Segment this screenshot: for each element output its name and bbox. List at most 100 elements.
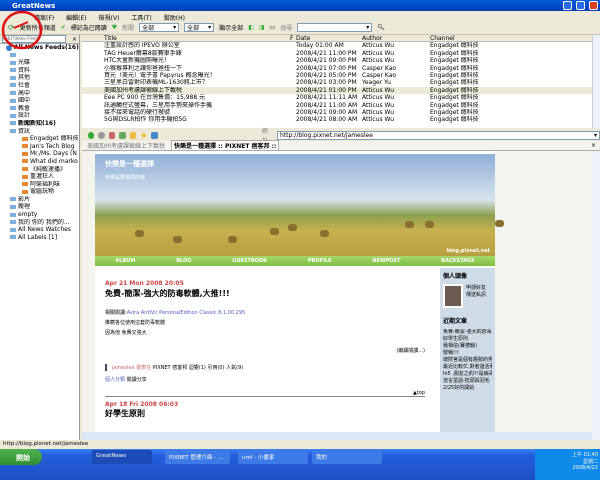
col-author[interactable]: Author (362, 35, 430, 41)
window-icon[interactable] (151, 131, 158, 139)
tree-item[interactable]: 光碟 (0, 59, 79, 67)
close-button[interactable] (589, 1, 598, 10)
stop-icon[interactable] (98, 131, 105, 139)
page-icon[interactable]: ◨ (259, 24, 265, 31)
recent-post-link[interactable]: 我相信(賽德鍋) (443, 343, 492, 350)
post-author[interactable]: jameslee 發表在 (112, 365, 151, 371)
category[interactable]: 閱讀分享 (127, 377, 147, 383)
tree-item[interactable]: 設計 (0, 112, 79, 120)
tree-item[interactable]: 教會 (0, 105, 79, 113)
table-row[interactable]: TAG Heuer爾幕8款賽車手錶 2008/4/21 11:00 PM Attic… (82, 50, 592, 57)
address-input[interactable]: http://blog.pixnet.net/jameslee ▾ (276, 130, 600, 140)
recent-post-link[interactable]: 免費-簡潔-強大的防毒軟體,大推!!! (443, 329, 492, 336)
filter-select-1[interactable]: 全部 ▾ (139, 23, 180, 32)
layout-icon[interactable]: ▭ (270, 24, 276, 31)
tree-item[interactable]: 我的 你的 我們的... (0, 219, 79, 227)
nav-profile[interactable]: PROFILE (308, 258, 332, 264)
tree-item[interactable]: 新聞新知(16) (0, 120, 79, 128)
horizontal-scrollbar[interactable] (82, 432, 592, 440)
tab-article[interactable]: 美國加州考慮課徵線上下載稅 (87, 141, 165, 150)
mark-read-button[interactable]: 標記為已閱讀 (71, 23, 107, 32)
minimize-button[interactable] (563, 1, 572, 10)
tree-item[interactable]: 社會 (0, 82, 79, 90)
tree-item[interactable]: Mr./Ms. Days (N (0, 150, 79, 158)
table-row[interactable]: 5G與DSLR拍作 你用手機拍5G 2008/4/21 08:00 AM Attic… (82, 116, 592, 123)
star-icon[interactable]: ★ (140, 131, 147, 140)
category-label[interactable]: 個人分類 (105, 377, 125, 383)
menu-tools[interactable]: 工具(T) (131, 13, 151, 22)
task-mine[interactable]: 我的 (312, 450, 382, 464)
tree-item[interactable]: 電腦玩物 (0, 188, 79, 196)
tree-item[interactable]: What did marko (0, 158, 79, 166)
col-date[interactable]: Date (296, 35, 362, 41)
show-all-button[interactable]: 顯示全部 (219, 23, 243, 32)
recent-post-link[interactable]: 最近比較忙,對者還活著!! (443, 364, 492, 371)
table-row[interactable]: Eee PC 900 在台灣售價：15,988 元 2008/4/21 11:11… (82, 94, 592, 101)
close-tab-icon[interactable]: × (591, 142, 596, 149)
table-row[interactable]: 美國加州考慮課徵線上下載稅 2008/4/21 01:00 PM Atticus W… (82, 86, 592, 95)
nav-album[interactable]: ALBUM (115, 258, 135, 264)
menu-edit[interactable]: 編輯(E) (66, 13, 86, 22)
back-icon[interactable] (88, 131, 95, 139)
nav-newpost[interactable]: NEWPOST (372, 258, 400, 264)
find-icon[interactable]: 🔍︎ (377, 24, 385, 31)
recent-post-link[interactable]: 總財官是個有趨勢的男人!! (443, 357, 492, 364)
menu-view[interactable]: 檢視(V) (99, 13, 120, 22)
tree-item[interactable]: 《純敏速播》 (0, 166, 79, 174)
feed-icon[interactable]: ◧ (248, 24, 254, 31)
table-row[interactable]: HTC大量新機圖照曝光！ 2008/4/21 09:00 PM Atticus Wu… (82, 57, 592, 64)
heart-icon[interactable]: ♥ (112, 24, 117, 31)
top-link[interactable]: ▲top (105, 390, 425, 397)
close-icon[interactable]: × (72, 36, 77, 43)
table-row[interactable]: 訊通觸控式螢幕，三星用手勢來操作手機 2008/4/21 11:00 AM Atti… (82, 102, 592, 109)
filter-select-2[interactable]: 全部 ▾ (184, 23, 215, 32)
tree-item[interactable]: 資訊 (0, 128, 79, 136)
menu-help[interactable]: 幫助(H) (164, 13, 185, 22)
table-row[interactable]: 三星黑白雷射印表機ML-1630將上市？ 2008/4/21 03:00 PM Ye… (82, 79, 592, 86)
add-friend-link[interactable]: 申請好友 (466, 284, 486, 291)
tree-item[interactable]: All Labels [1] (0, 234, 79, 242)
task-paint[interactable]: uml - 小畫家 (238, 450, 308, 464)
list-scrollbar[interactable] (592, 35, 600, 128)
tree-item[interactable]: Engadget 癮科技 (0, 135, 79, 143)
recent-post-link[interactable]: 好學生原則 (443, 336, 492, 343)
tag-icon[interactable] (129, 131, 137, 139)
tree-item[interactable]: Jan's Tech Blog (0, 143, 79, 151)
task-pixnet[interactable]: PIXNET 管理介面 - ... (165, 450, 230, 464)
nav-guestbook[interactable]: GUESTBOOK (232, 258, 267, 264)
maximize-button[interactable] (576, 1, 585, 10)
nav-backstage[interactable]: BACKSTAGE (441, 258, 474, 264)
related-link[interactable]: Avira AntiVir PersonalEdition Classic 8.… (127, 310, 246, 316)
recent-post-link[interactable]: 2/25好的開始 (443, 385, 492, 392)
table-row[interactable]: 買元（美元）電子書 Papyrus 概念曝光！ 2008/4/21 05:00 P… (82, 72, 592, 79)
content-scrollbar[interactable] (592, 151, 600, 440)
tree-item[interactable]: 影片 (0, 196, 79, 204)
tree-item[interactable]: 其他 (0, 74, 79, 82)
tree-item[interactable]: empty (0, 211, 79, 219)
home-icon[interactable] (119, 131, 126, 139)
start-button[interactable]: 開始 (0, 449, 42, 465)
recent-post-link[interactable]: 流言蜚語-枕頭與羽毛 (443, 378, 492, 385)
reload-icon[interactable] (108, 131, 116, 139)
col-channel[interactable]: Channel (430, 35, 530, 41)
search-input[interactable]: ▾ (297, 23, 373, 32)
table-row[interactable]: 接不接來電話的硬行撥號 2008/4/21 09:00 AM Atticus Wu E… (82, 109, 592, 116)
col-title[interactable]: Title (104, 35, 290, 41)
table-row[interactable]: 小猴猴專利之讓你爸爸扭一下 2008/4/21 07:00 PM Casper Ka… (82, 65, 592, 72)
read-more-link[interactable]: (繼續閱讀...) (105, 347, 425, 354)
nav-blog[interactable]: BLOG (176, 258, 191, 264)
tree-item[interactable]: 高中 (0, 90, 79, 98)
tree-item[interactable]: 阿榮福利味 (0, 181, 79, 189)
task-greatnews[interactable]: GreatNews (92, 450, 152, 464)
table-row[interactable]: 注重設計感的 IPEVO 辦公室 Today 01:00 AM Atticus Wu… (82, 42, 592, 49)
tab-blog[interactable]: 快樂是一種選擇 :: PIXNET 痞客邦 :: (171, 140, 280, 151)
tree-item[interactable]: 國中 (0, 97, 79, 105)
tree-item[interactable]: 龐裡 (0, 203, 79, 211)
post-title[interactable]: 免費-簡潔-強大的防毒軟體,大推!!! (105, 288, 425, 299)
recent-post-link[interactable]: 號稱!!! (443, 350, 492, 357)
tree-item[interactable]: 資料 (0, 67, 79, 75)
recent-post-link[interactable]: hi5 ,朋友之約?!是病毒吧... (443, 371, 492, 378)
message-link[interactable]: 傳送私訊 (466, 291, 486, 298)
tree-item[interactable]: 重灌狂人 (0, 173, 79, 181)
post-title[interactable]: 好學生原則 (105, 408, 425, 419)
